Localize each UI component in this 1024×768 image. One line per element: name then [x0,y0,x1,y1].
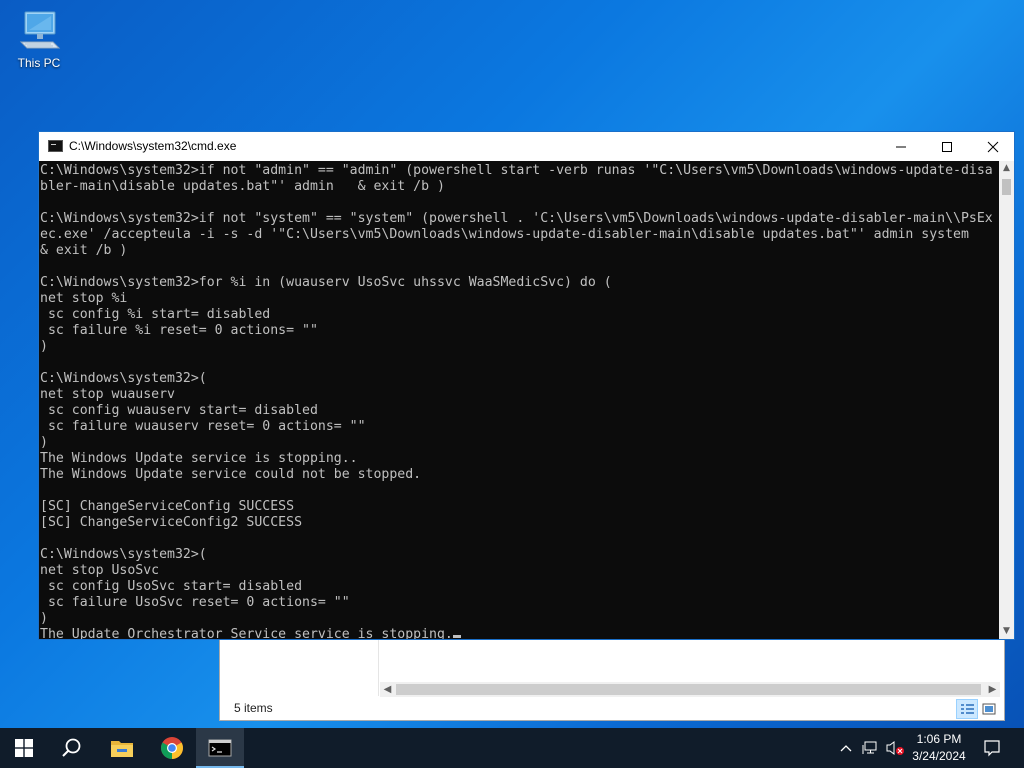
console-line: sc config wuauserv start= disabled [40,403,318,418]
status-bar: 5 items [220,698,1004,720]
console-line: net stop wuauserv [40,387,175,402]
console-line: The Windows Update service could not be … [40,467,422,482]
console-line: C:\Windows\system32>if not "system" == "… [40,211,993,226]
console-line: ec.exe' /accepteula -i -s -d '"C:\Users\… [40,227,969,242]
item-count: 5 items [234,701,273,715]
scroll-down-icon[interactable]: ▼ [999,624,1014,639]
scroll-right-icon[interactable]: ▶ [985,682,1000,697]
vertical-scrollbar[interactable]: ▲ ▼ [999,161,1014,639]
start-button[interactable] [0,728,48,768]
taskbar-clock[interactable]: 1:06 PM 3/24/2024 [906,731,972,765]
details-view-button[interactable] [956,699,978,719]
window-title: C:\Windows\system32\cmd.exe [69,139,237,153]
console-line: ) [40,339,48,354]
console-output[interactable]: C:\Windows\system32>if not "admin" == "a… [39,161,1000,639]
close-button[interactable] [970,132,1016,161]
taskbar-chrome[interactable] [148,728,196,768]
network-icon [862,741,877,754]
taskbar-search-button[interactable] [48,728,96,768]
notification-icon [984,740,1000,757]
console-line: C:\Windows\system32>( [40,371,207,386]
large-icons-view-icon [982,703,996,715]
console-line: sc failure %i reset= 0 actions= "" [40,323,318,338]
file-explorer-window[interactable]: ◀ ▶ 5 items [219,640,1005,721]
cmd-window[interactable]: C:\Windows\system32\cmd.exe C:\Windows\s… [38,131,1015,640]
details-view-icon [961,704,974,714]
clock-date: 3/24/2024 [912,749,966,763]
console-line: ) [40,611,48,626]
large-icons-view-button[interactable] [978,699,1000,719]
minimize-button[interactable] [878,132,924,161]
cmd-icon [208,739,232,757]
console-line: sc failure UsoSvc reset= 0 actions= "" [40,595,350,610]
desktop-icon-label: This PC [17,56,61,70]
console-line: & exit /b ) [40,243,128,258]
network-tray-button[interactable] [860,728,882,768]
desktop-icon-this-pc[interactable]: This PC [12,8,66,70]
console-line: bler-main\disable updates.bat"' admin & … [40,179,445,194]
close-icon [987,141,999,152]
minimize-icon [896,146,906,147]
console-line: net stop %i [40,291,128,306]
scrollbar-thumb[interactable] [1002,179,1011,195]
scrollbar-thumb[interactable] [396,684,981,695]
search-icon [62,738,81,757]
window-titlebar[interactable]: C:\Windows\system32\cmd.exe [39,132,1014,161]
console-line: The Windows Update service is stopping.. [40,451,358,466]
console-line: C:\Windows\system32>if not "admin" == "a… [40,163,993,178]
console-line: C:\Windows\system32>for %i in (wuauserv … [40,275,612,290]
text-cursor [452,635,461,638]
scroll-up-icon[interactable]: ▲ [999,161,1014,176]
console-line: sc config UsoSvc start= disabled [40,579,303,594]
show-hidden-icons-button[interactable] [836,728,856,768]
taskbar-cmd[interactable] [196,728,244,768]
scroll-left-icon[interactable]: ◀ [380,682,395,697]
cmd-app-icon [48,140,63,152]
console-line: net stop UsoSvc [40,563,160,578]
navigation-pane[interactable] [220,640,379,696]
console-line: C:\Windows\system32>( [40,547,207,562]
chrome-icon [161,737,183,759]
computer-icon [19,11,61,49]
console-line: ) [40,435,48,450]
action-center-button[interactable] [978,728,1006,768]
console-line: [SC] ChangeServiceConfig SUCCESS [40,499,295,514]
volume-muted-icon [886,741,904,755]
horizontal-scrollbar[interactable]: ◀ ▶ [380,682,1000,697]
taskbar-file-explorer[interactable] [98,728,146,768]
windows-logo-icon [15,739,33,757]
taskbar: 1:06 PM 3/24/2024 [0,728,1024,768]
volume-tray-button[interactable] [884,728,906,768]
maximize-icon [942,141,952,152]
console-line: The Update Orchestrator Service service … [40,627,1000,639]
folder-icon [111,741,133,757]
chevron-up-icon [840,745,852,752]
console-line: [SC] ChangeServiceConfig2 SUCCESS [40,515,303,530]
clock-time: 1:06 PM [916,732,962,746]
console-line: sc failure wuauserv reset= 0 actions= "" [40,419,366,434]
maximize-button[interactable] [924,132,970,161]
console-line: sc config %i start= disabled [40,307,271,322]
